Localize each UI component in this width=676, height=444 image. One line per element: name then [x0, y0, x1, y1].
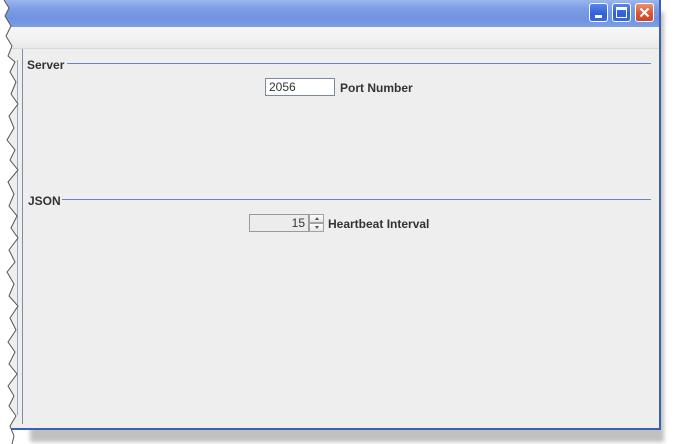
chevron-up-icon: [315, 217, 319, 220]
torn-edge-decoration: [0, 0, 19, 444]
json-section-divider: [62, 199, 651, 200]
spinner-increment-button[interactable]: [309, 214, 324, 223]
maximize-button[interactable]: [612, 3, 631, 22]
content-panel: [0, 49, 659, 428]
maximize-icon: [616, 7, 627, 18]
title-bar[interactable]: [0, 0, 659, 27]
menu-bar: [0, 27, 659, 49]
port-number-input[interactable]: [265, 78, 335, 96]
minimize-button[interactable]: [589, 3, 608, 22]
screenshot-stage: Server Port Number JSON Heartbeat Interv…: [0, 0, 676, 444]
close-icon: [639, 7, 650, 18]
spinner-decrement-button[interactable]: [309, 223, 324, 232]
chevron-down-icon: [315, 226, 319, 229]
server-section-divider: [67, 63, 651, 64]
application-window: Server Port Number JSON Heartbeat Interv…: [0, 0, 661, 430]
heartbeat-interval-label: Heartbeat Interval: [328, 217, 430, 231]
close-button[interactable]: [635, 3, 654, 22]
heartbeat-interval-spinner[interactable]: [249, 214, 309, 232]
minimize-icon: [595, 15, 602, 18]
port-number-label: Port Number: [340, 81, 413, 95]
